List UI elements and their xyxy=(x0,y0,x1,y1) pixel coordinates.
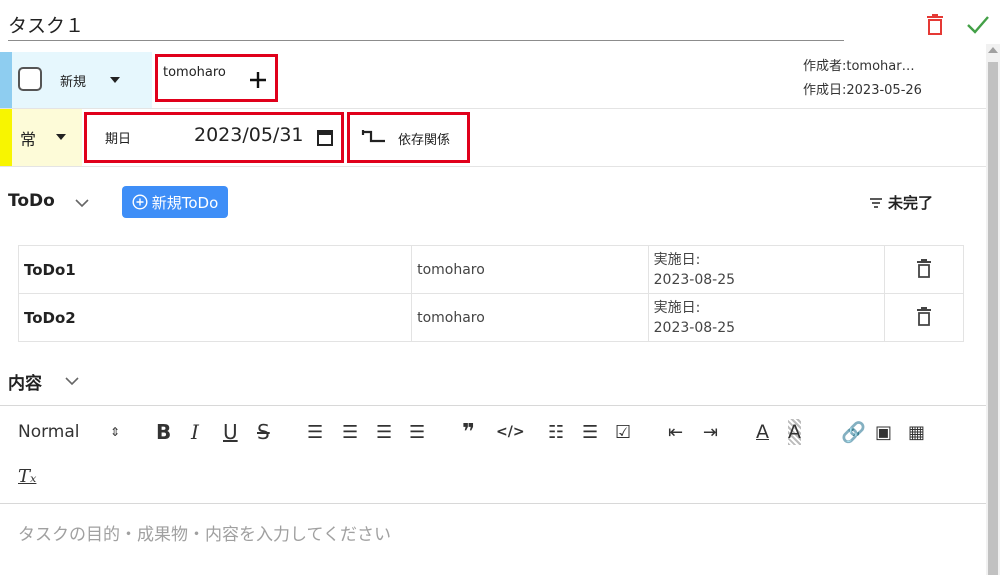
dependency-label[interactable]: 依存関係 xyxy=(398,129,450,148)
content-collapse-toggle[interactable] xyxy=(62,372,82,390)
chevron-down-icon[interactable] xyxy=(56,134,66,140)
filter-icon xyxy=(870,197,882,208)
trash-icon xyxy=(917,258,932,278)
outdent-icon[interactable]: ⇤ xyxy=(668,419,683,445)
status-row: 新規 tomoharo 作成者:tomohar… 作成日:2023-05-26 xyxy=(0,52,986,109)
ordered-list-icon[interactable]: ☷ xyxy=(548,419,564,445)
align-justify-icon[interactable]: ☰ xyxy=(409,419,425,445)
calendar-button[interactable] xyxy=(314,126,336,148)
delete-todo-button[interactable] xyxy=(884,245,964,294)
created-date-text: 作成日:2023-05-26 xyxy=(803,83,922,98)
todo-date-value: 2023-08-25 xyxy=(653,271,736,288)
strike-icon[interactable]: S xyxy=(257,419,270,445)
align-right-icon[interactable]: ☰ xyxy=(376,419,392,445)
status-select[interactable]: 新規 xyxy=(60,71,86,90)
trash-icon xyxy=(917,306,932,326)
delete-task-button[interactable] xyxy=(922,10,948,38)
add-circle-icon xyxy=(132,194,148,210)
italic-icon[interactable]: I xyxy=(191,419,199,445)
todo-date-label: 実施日: xyxy=(653,299,701,316)
todo-date-value: 2023-08-25 xyxy=(653,319,736,336)
code-block-icon[interactable]: </> xyxy=(496,419,525,445)
dependency-button[interactable] xyxy=(360,127,390,147)
add-assignee-button[interactable] xyxy=(246,68,270,92)
frequency-color-bar xyxy=(0,109,12,166)
scroll-up-icon[interactable] xyxy=(988,47,998,53)
underline-icon[interactable]: U xyxy=(223,419,238,445)
chevron-down-icon xyxy=(75,198,89,207)
todo-filter[interactable]: 未完了 xyxy=(868,192,933,213)
align-center-icon[interactable]: ☰ xyxy=(342,419,358,445)
trash-icon xyxy=(927,14,943,35)
todo-name[interactable]: ToDo1 xyxy=(17,245,413,294)
content-editor-area[interactable]: タスクの目的・成果物・内容を入力してください xyxy=(18,520,391,545)
table-row[interactable]: ToDo2 tomoharo 実施日: 2023-08-25 xyxy=(17,293,964,342)
chevron-down-icon xyxy=(65,376,79,385)
new-todo-label: 新規ToDo xyxy=(151,193,219,212)
complete-checkbox[interactable] xyxy=(18,67,42,91)
align-left-icon[interactable]: ☰ xyxy=(307,419,323,445)
todo-heading: ToDo xyxy=(8,191,55,211)
scrollbar-thumb[interactable] xyxy=(988,62,998,575)
font-color-icon[interactable]: A xyxy=(756,419,769,445)
todo-name[interactable]: ToDo2 xyxy=(17,293,413,342)
background-color-icon[interactable]: A xyxy=(788,419,801,445)
todo-date: 実施日: 2023-08-25 xyxy=(647,245,886,294)
todo-user: tomoharo xyxy=(411,245,649,294)
table-row[interactable]: ToDo1 tomoharo 実施日: 2023-08-25 xyxy=(17,245,964,294)
frequency-select[interactable]: 常 xyxy=(20,126,36,150)
creator-text: 作成者:tomohar… xyxy=(803,59,915,74)
calendar-icon xyxy=(317,129,333,146)
todo-date-label: 実施日: xyxy=(653,251,701,268)
todo-collapse-toggle[interactable] xyxy=(72,194,92,212)
todo-filter-label: 未完了 xyxy=(888,194,934,212)
status-color-bar xyxy=(0,52,12,108)
new-todo-button[interactable]: 新規ToDo xyxy=(122,186,228,218)
bullet-list-icon[interactable]: ☰ xyxy=(582,419,598,445)
todo-date: 実施日: 2023-08-25 xyxy=(647,293,886,342)
due-date-input[interactable]: 2023/05/31 xyxy=(194,124,304,146)
due-date-label: 期日 xyxy=(105,132,132,147)
rich-text-editor xyxy=(0,405,986,576)
link-icon[interactable]: 🔗 xyxy=(841,419,866,445)
format-select-arrows-icon[interactable]: ⇕ xyxy=(110,419,120,445)
plus-icon xyxy=(250,72,266,88)
check-list-icon[interactable]: ☑ xyxy=(615,419,631,445)
content-heading: 内容 xyxy=(8,374,42,394)
bold-icon[interactable]: B xyxy=(156,419,171,445)
todo-table: ToDo1 tomoharo 実施日: 2023-08-25 ToDo2 tomo… xyxy=(17,245,964,342)
save-task-button[interactable] xyxy=(964,10,992,38)
indent-icon[interactable]: ⇥ xyxy=(703,419,718,445)
video-icon[interactable]: ▦ xyxy=(908,419,925,445)
assignee-name: tomoharo xyxy=(163,65,226,80)
toolbar-divider xyxy=(0,503,986,504)
task-title-input[interactable] xyxy=(8,8,844,41)
image-icon[interactable]: ▣ xyxy=(875,419,892,445)
blockquote-icon[interactable]: ❞ xyxy=(462,419,475,445)
delete-todo-button[interactable] xyxy=(884,293,964,342)
clear-format-icon[interactable]: Tₓ xyxy=(18,463,36,489)
chevron-down-icon[interactable] xyxy=(110,77,120,83)
format-select[interactable]: Normal xyxy=(18,419,80,445)
check-icon xyxy=(967,16,989,34)
dependency-icon xyxy=(361,130,385,143)
schedule-row: 常 期日 2023/05/31 依存関係 xyxy=(0,109,986,167)
todo-user: tomoharo xyxy=(411,293,649,342)
